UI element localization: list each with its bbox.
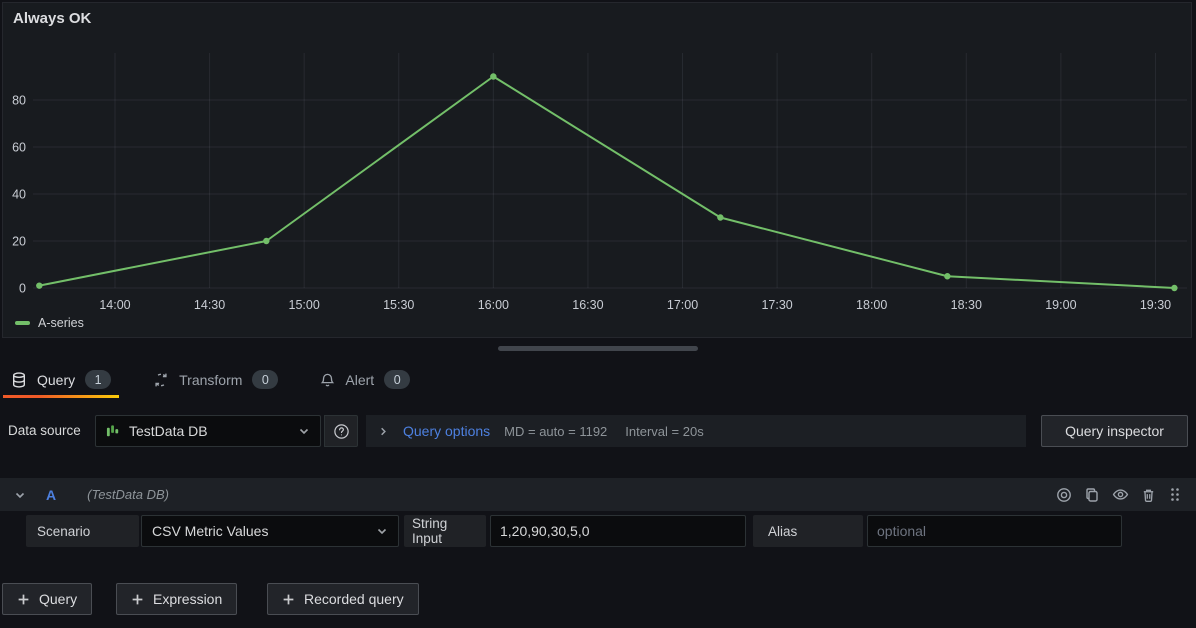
add-query-button[interactable]: Query xyxy=(2,583,92,615)
svg-text:40: 40 xyxy=(12,188,26,202)
svg-text:0: 0 xyxy=(19,282,26,296)
query-options-interval: Interval = 20s xyxy=(625,424,703,439)
svg-text:80: 80 xyxy=(12,94,26,108)
string-input-field-label: String Input xyxy=(404,515,486,547)
database-icon xyxy=(11,372,27,388)
datasource-picker[interactable]: TestData DB xyxy=(95,415,321,447)
plus-icon xyxy=(282,593,295,606)
svg-text:14:30: 14:30 xyxy=(194,298,225,312)
grafana-panel-editor: Always OK 14:0014:3015:0015:3016:0016:30… xyxy=(0,0,1196,628)
transform-icon xyxy=(153,372,169,388)
add-recorded-query-button[interactable]: Recorded query xyxy=(267,583,419,615)
svg-text:14:00: 14:00 xyxy=(99,298,130,312)
svg-text:18:30: 18:30 xyxy=(951,298,982,312)
datasource-label: Data source xyxy=(8,415,81,447)
svg-text:19:00: 19:00 xyxy=(1045,298,1076,312)
tab-query-count: 1 xyxy=(85,370,111,389)
query-row-header[interactable]: A (TestData DB) xyxy=(0,478,1196,511)
query-row-actions xyxy=(1056,486,1182,503)
drag-handle-icon[interactable] xyxy=(1168,487,1182,502)
alias-field-label: Alias xyxy=(753,515,863,547)
plus-icon xyxy=(17,593,30,606)
query-inspector-label: Query inspector xyxy=(1065,423,1164,439)
legend-series-label: A-series xyxy=(38,316,84,330)
svg-text:16:00: 16:00 xyxy=(478,298,509,312)
query-datasource-hint: (TestData DB) xyxy=(87,487,169,502)
timeseries-chart[interactable]: 14:00 14:30 15:00 15:30 16:00 16:30 17:00 17:30… xyxy=(3,3,1191,337)
tab-transform[interactable]: Transform 0 xyxy=(150,361,281,398)
hide-query-icon[interactable] xyxy=(1112,486,1129,503)
svg-text:60: 60 xyxy=(12,141,26,155)
svg-text:15:30: 15:30 xyxy=(383,298,414,312)
chevron-down-icon xyxy=(376,525,388,537)
chevron-right-icon xyxy=(378,426,389,437)
query-inspector-button[interactable]: Query inspector xyxy=(1041,415,1188,447)
svg-text:20: 20 xyxy=(12,235,26,249)
query-options-toggle[interactable]: Query options xyxy=(378,423,490,439)
timeseries-panel: Always OK 14:0014:3015:0015:3016:0016:30… xyxy=(2,2,1192,338)
chevron-down-icon xyxy=(298,425,310,437)
plus-icon xyxy=(131,593,144,606)
add-query-label: Query xyxy=(39,591,77,607)
tab-alert[interactable]: Alert 0 xyxy=(317,361,413,398)
svg-text:19:30: 19:30 xyxy=(1140,298,1171,312)
chart-legend[interactable]: A-series xyxy=(15,316,84,330)
svg-text:18:00: 18:00 xyxy=(856,298,887,312)
pane-resize-handle[interactable] xyxy=(498,346,698,351)
string-input-field[interactable] xyxy=(490,515,746,547)
svg-text:15:00: 15:00 xyxy=(289,298,320,312)
scenario-select-value: CSV Metric Values xyxy=(152,523,268,539)
bell-icon xyxy=(320,372,335,388)
add-expression-label: Expression xyxy=(153,591,222,607)
datasource-picker-value: TestData DB xyxy=(129,423,208,439)
add-expression-button[interactable]: Expression xyxy=(116,583,237,615)
query-ref-id[interactable]: A xyxy=(46,487,56,503)
delete-query-icon[interactable] xyxy=(1141,487,1156,503)
record-query-icon[interactable] xyxy=(1056,487,1072,503)
tab-alert-count: 0 xyxy=(384,370,410,389)
duplicate-query-icon[interactable] xyxy=(1084,487,1100,503)
editor-tabbar: Query 1 Transform 0 Alert xyxy=(8,361,413,398)
svg-text:17:30: 17:30 xyxy=(761,298,792,312)
datasource-help-button[interactable] xyxy=(324,415,358,447)
query-options-label: Query options xyxy=(403,423,490,439)
tab-transform-label: Transform xyxy=(179,372,242,388)
svg-text:17:00: 17:00 xyxy=(667,298,698,312)
query-options-md: MD = auto = 1192 xyxy=(504,424,607,439)
testdata-datasource-icon xyxy=(106,424,121,439)
tab-transform-count: 0 xyxy=(252,370,278,389)
scenario-select[interactable]: CSV Metric Values xyxy=(141,515,399,547)
alias-field[interactable] xyxy=(867,515,1122,547)
query-options-bar: Query options MD = auto = 1192 Interval … xyxy=(366,415,1026,447)
legend-series-swatch xyxy=(15,321,30,325)
scenario-field-label: Scenario xyxy=(26,515,139,547)
tab-query[interactable]: Query 1 xyxy=(8,361,114,398)
svg-text:16:30: 16:30 xyxy=(572,298,603,312)
tab-query-label: Query xyxy=(37,372,75,388)
tab-alert-label: Alert xyxy=(345,372,374,388)
add-recorded-query-label: Recorded query xyxy=(304,591,404,607)
chevron-down-icon[interactable] xyxy=(14,489,26,501)
